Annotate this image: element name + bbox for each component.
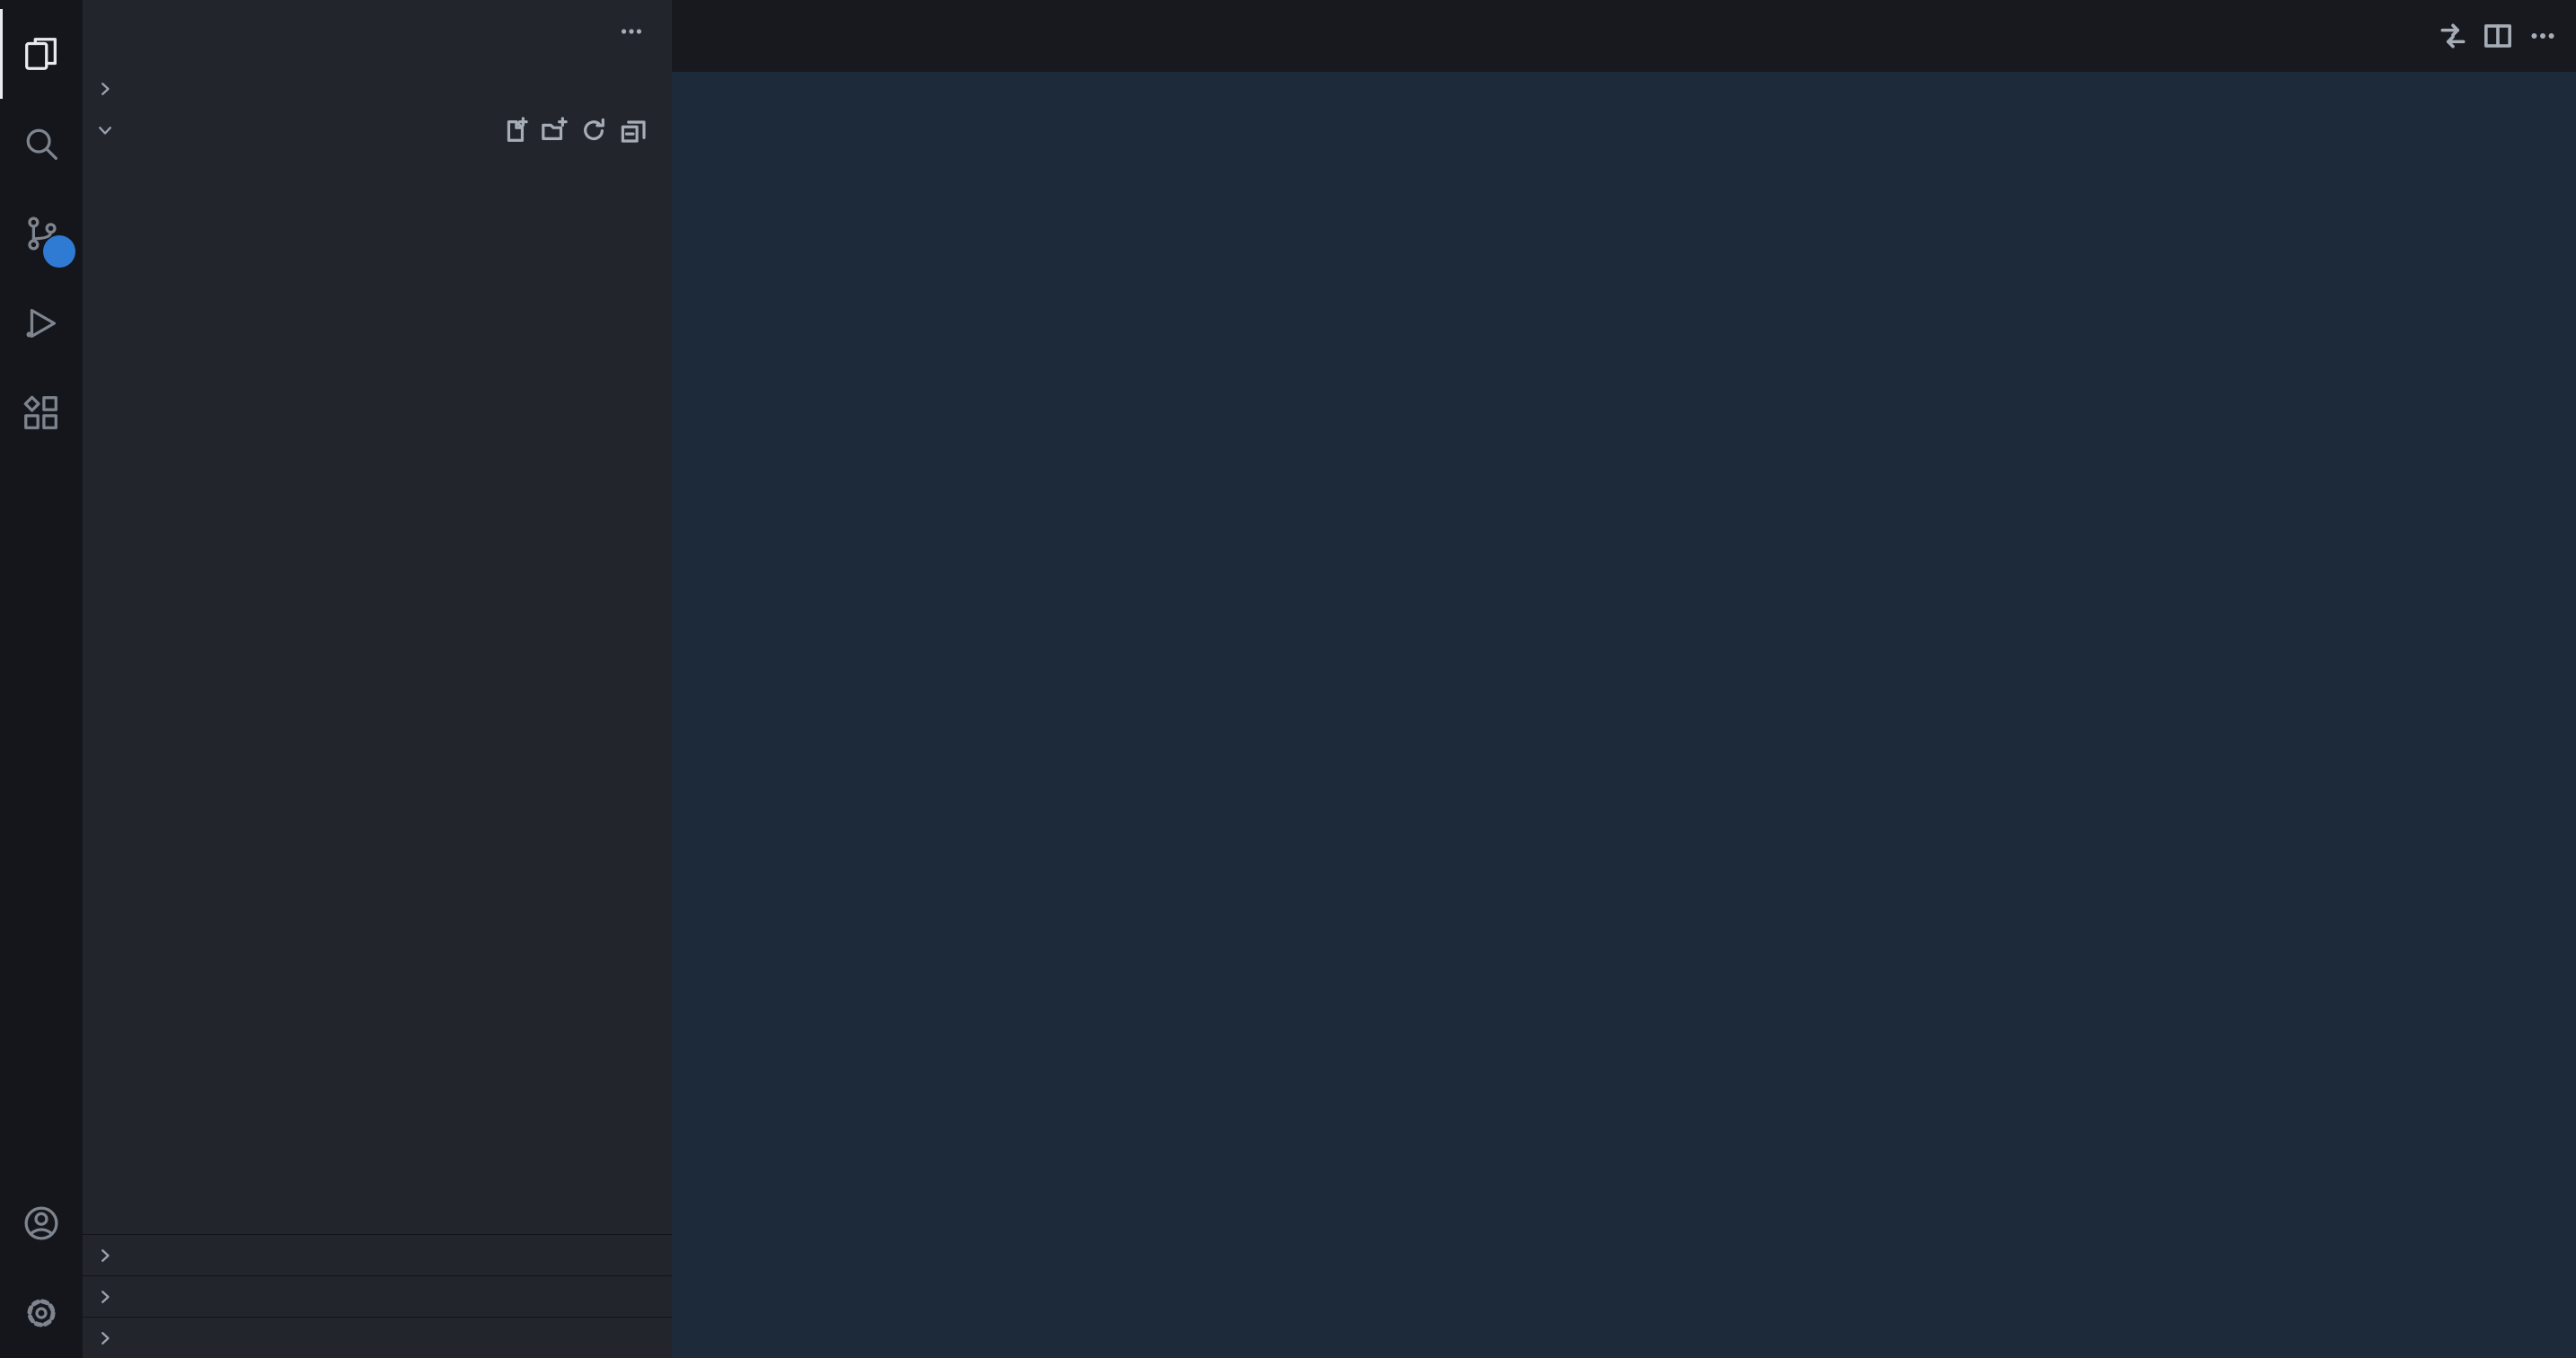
editor-region xyxy=(672,0,2576,1358)
project-section[interactable] xyxy=(83,110,672,151)
tabs-list xyxy=(672,0,2420,72)
tab-bar xyxy=(672,0,2576,72)
run-debug-icon[interactable] xyxy=(0,278,83,368)
explorer-files-icon[interactable] xyxy=(0,9,83,99)
settings-gear-icon[interactable] xyxy=(0,1268,83,1358)
activity-bar xyxy=(0,0,83,1358)
more-actions-icon[interactable] xyxy=(2527,21,2558,51)
compare-changes-icon[interactable] xyxy=(2438,21,2468,51)
editor-actions xyxy=(2420,0,2576,72)
new-file-icon[interactable] xyxy=(501,117,528,144)
chevron-right-icon xyxy=(90,1287,120,1307)
explorer-more-actions-icon[interactable] xyxy=(618,18,645,50)
chevron-right-icon xyxy=(90,1246,120,1265)
explorer-sidebar xyxy=(83,0,672,1358)
split-editor-icon[interactable] xyxy=(2483,21,2513,51)
collapse-folders-icon[interactable] xyxy=(620,117,647,144)
chevron-down-icon xyxy=(90,120,120,140)
source-control-icon[interactable] xyxy=(0,189,83,278)
timeline-section[interactable] xyxy=(83,1275,672,1317)
extensions-icon[interactable] xyxy=(0,368,83,458)
search-icon[interactable] xyxy=(0,99,83,189)
file-tree xyxy=(83,151,672,1234)
chevron-right-icon xyxy=(90,1328,120,1348)
chevron-right-icon xyxy=(90,79,120,99)
refresh-icon[interactable] xyxy=(580,117,607,144)
vscode-window xyxy=(0,0,2576,1358)
code-editor[interactable] xyxy=(672,111,2576,1358)
minimap[interactable] xyxy=(2351,111,2538,1358)
open-editors-section[interactable] xyxy=(83,68,672,110)
sidebar-header xyxy=(83,0,672,68)
overview-ruler[interactable] xyxy=(2538,72,2576,1358)
account-icon[interactable] xyxy=(0,1178,83,1268)
explorer-actions xyxy=(501,117,665,144)
breadcrumb xyxy=(672,72,2576,111)
new-folder-icon[interactable] xyxy=(541,117,568,144)
source-control-badge xyxy=(43,235,75,268)
outline-section[interactable] xyxy=(83,1234,672,1275)
npm-scripts-section[interactable] xyxy=(83,1317,672,1358)
